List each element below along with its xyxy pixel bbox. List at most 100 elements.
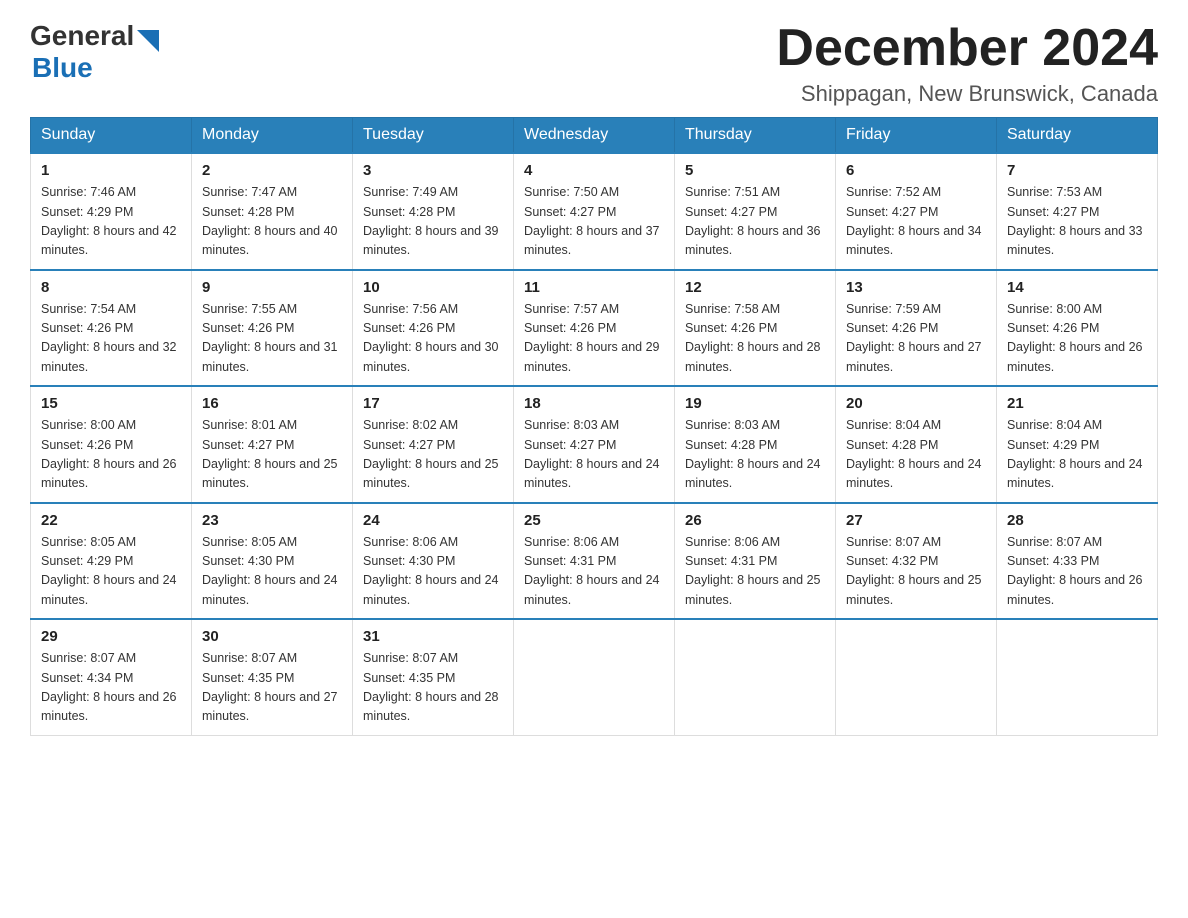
weekday-header-saturday: Saturday (997, 118, 1158, 154)
day-info: Sunrise: 8:05 AMSunset: 4:30 PMDaylight:… (202, 533, 342, 611)
day-info: Sunrise: 7:49 AMSunset: 4:28 PMDaylight:… (363, 183, 503, 261)
calendar-week-row: 8 Sunrise: 7:54 AMSunset: 4:26 PMDaylight… (31, 270, 1158, 387)
calendar-cell: 8 Sunrise: 7:54 AMSunset: 4:26 PMDaylight… (31, 270, 192, 387)
day-number: 21 (1007, 395, 1147, 412)
day-info: Sunrise: 7:59 AMSunset: 4:26 PMDaylight:… (846, 300, 986, 378)
day-info: Sunrise: 7:54 AMSunset: 4:26 PMDaylight:… (41, 300, 181, 378)
calendar-cell: 10 Sunrise: 7:56 AMSunset: 4:26 PMDayligh… (353, 270, 514, 387)
day-number: 3 (363, 162, 503, 179)
calendar-week-row: 15 Sunrise: 8:00 AMSunset: 4:26 PMDayligh… (31, 386, 1158, 503)
day-info: Sunrise: 8:04 AMSunset: 4:28 PMDaylight:… (846, 416, 986, 494)
calendar-cell (675, 619, 836, 735)
calendar-cell: 20 Sunrise: 8:04 AMSunset: 4:28 PMDayligh… (836, 386, 997, 503)
weekday-header-wednesday: Wednesday (514, 118, 675, 154)
day-info: Sunrise: 7:47 AMSunset: 4:28 PMDaylight:… (202, 183, 342, 261)
calendar-week-row: 29Sunrise: 8:07 AMSunset: 4:34 PMDayligh… (31, 619, 1158, 735)
day-number: 11 (524, 279, 664, 296)
calendar-cell (997, 619, 1158, 735)
day-info: Sunrise: 8:01 AMSunset: 4:27 PMDaylight:… (202, 416, 342, 494)
day-info: Sunrise: 8:00 AMSunset: 4:26 PMDaylight:… (41, 416, 181, 494)
title-section: December 2024 Shippagan, New Brunswick, … (776, 20, 1158, 107)
day-info: Sunrise: 7:53 AMSunset: 4:27 PMDaylight:… (1007, 183, 1147, 261)
day-number: 20 (846, 395, 986, 412)
calendar-cell: 31 Sunrise: 8:07 AMSunset: 4:35 PMDayligh… (353, 619, 514, 735)
day-info: Sunrise: 8:07 AMSunset: 4:35 PMDaylight:… (363, 649, 503, 727)
calendar-cell: 2 Sunrise: 7:47 AMSunset: 4:28 PMDaylight… (192, 153, 353, 270)
day-number: 5 (685, 162, 825, 179)
day-info: Sunrise: 7:46 AMSunset: 4:29 PMDaylight:… (41, 183, 181, 261)
day-info: Sunrise: 8:04 AMSunset: 4:29 PMDaylight:… (1007, 416, 1147, 494)
calendar-cell: 21 Sunrise: 8:04 AMSunset: 4:29 PMDayligh… (997, 386, 1158, 503)
day-number: 9 (202, 279, 342, 296)
calendar-cell: 9 Sunrise: 7:55 AMSunset: 4:26 PMDaylight… (192, 270, 353, 387)
calendar-cell: 28 Sunrise: 8:07 AMSunset: 4:33 PMDayligh… (997, 503, 1158, 620)
calendar-cell: 1 Sunrise: 7:46 AMSunset: 4:29 PMDaylight… (31, 153, 192, 270)
day-number: 23 (202, 512, 342, 529)
day-number: 16 (202, 395, 342, 412)
day-number: 7 (1007, 162, 1147, 179)
calendar-cell: 22 Sunrise: 8:05 AMSunset: 4:29 PMDayligh… (31, 503, 192, 620)
day-info: Sunrise: 8:07 AMSunset: 4:35 PMDaylight:… (202, 649, 342, 727)
calendar-cell: 17 Sunrise: 8:02 AMSunset: 4:27 PMDayligh… (353, 386, 514, 503)
calendar-week-row: 22 Sunrise: 8:05 AMSunset: 4:29 PMDayligh… (31, 503, 1158, 620)
weekday-header-monday: Monday (192, 118, 353, 154)
day-info: Sunrise: 7:52 AMSunset: 4:27 PMDaylight:… (846, 183, 986, 261)
day-info: Sunrise: 8:06 AMSunset: 4:31 PMDaylight:… (524, 533, 664, 611)
day-info: Sunrise: 8:07 AMSunset: 4:33 PMDaylight:… (1007, 533, 1147, 611)
logo-arrow-icon (137, 30, 159, 52)
day-number: 15 (41, 395, 181, 412)
calendar-cell: 25Sunrise: 8:06 AMSunset: 4:31 PMDayligh… (514, 503, 675, 620)
calendar-table: SundayMondayTuesdayWednesdayThursdayFrid… (30, 117, 1158, 736)
day-number: 6 (846, 162, 986, 179)
weekday-header-sunday: Sunday (31, 118, 192, 154)
day-number: 22 (41, 512, 181, 529)
day-number: 8 (41, 279, 181, 296)
calendar-cell (836, 619, 997, 735)
calendar-subtitle: Shippagan, New Brunswick, Canada (776, 81, 1158, 107)
calendar-cell: 15 Sunrise: 8:00 AMSunset: 4:26 PMDayligh… (31, 386, 192, 503)
day-info: Sunrise: 7:57 AMSunset: 4:26 PMDaylight:… (524, 300, 664, 378)
calendar-cell: 5 Sunrise: 7:51 AMSunset: 4:27 PMDaylight… (675, 153, 836, 270)
calendar-cell: 14 Sunrise: 8:00 AMSunset: 4:26 PMDayligh… (997, 270, 1158, 387)
calendar-cell: 23 Sunrise: 8:05 AMSunset: 4:30 PMDayligh… (192, 503, 353, 620)
logo-blue-text: Blue (32, 52, 93, 84)
day-info: Sunrise: 8:06 AMSunset: 4:30 PMDaylight:… (363, 533, 503, 611)
day-info: Sunrise: 8:00 AMSunset: 4:26 PMDaylight:… (1007, 300, 1147, 378)
calendar-cell: 19 Sunrise: 8:03 AMSunset: 4:28 PMDayligh… (675, 386, 836, 503)
day-number: 14 (1007, 279, 1147, 296)
calendar-title: December 2024 (776, 20, 1158, 77)
day-number: 10 (363, 279, 503, 296)
day-number: 12 (685, 279, 825, 296)
day-info: Sunrise: 8:05 AMSunset: 4:29 PMDaylight:… (41, 533, 181, 611)
day-info: Sunrise: 7:58 AMSunset: 4:26 PMDaylight:… (685, 300, 825, 378)
day-number: 28 (1007, 512, 1147, 529)
day-number: 1 (41, 162, 181, 179)
day-number: 30 (202, 628, 342, 645)
day-number: 24 (363, 512, 503, 529)
calendar-cell: 30 Sunrise: 8:07 AMSunset: 4:35 PMDayligh… (192, 619, 353, 735)
day-info: Sunrise: 8:07 AMSunset: 4:34 PMDaylight:… (41, 649, 181, 727)
calendar-cell: 4Sunrise: 7:50 AMSunset: 4:27 PMDaylight… (514, 153, 675, 270)
day-info: Sunrise: 7:50 AMSunset: 4:27 PMDaylight:… (524, 183, 664, 261)
day-number: 19 (685, 395, 825, 412)
day-number: 17 (363, 395, 503, 412)
calendar-cell: 26Sunrise: 8:06 AMSunset: 4:31 PMDayligh… (675, 503, 836, 620)
day-info: Sunrise: 8:03 AMSunset: 4:27 PMDaylight:… (524, 416, 664, 494)
day-info: Sunrise: 7:51 AMSunset: 4:27 PMDaylight:… (685, 183, 825, 261)
day-info: Sunrise: 8:03 AMSunset: 4:28 PMDaylight:… (685, 416, 825, 494)
day-number: 31 (363, 628, 503, 645)
day-number: 26 (685, 512, 825, 529)
calendar-cell: 16 Sunrise: 8:01 AMSunset: 4:27 PMDayligh… (192, 386, 353, 503)
calendar-cell: 6 Sunrise: 7:52 AMSunset: 4:27 PMDaylight… (836, 153, 997, 270)
weekday-header-thursday: Thursday (675, 118, 836, 154)
day-info: Sunrise: 7:56 AMSunset: 4:26 PMDaylight:… (363, 300, 503, 378)
day-number: 2 (202, 162, 342, 179)
logo: General Blue (30, 20, 159, 84)
day-info: Sunrise: 8:02 AMSunset: 4:27 PMDaylight:… (363, 416, 503, 494)
day-number: 27 (846, 512, 986, 529)
page-header: General Blue December 2024 Shippagan, Ne… (30, 20, 1158, 107)
calendar-cell: 11 Sunrise: 7:57 AMSunset: 4:26 PMDayligh… (514, 270, 675, 387)
day-number: 18 (524, 395, 664, 412)
day-info: Sunrise: 7:55 AMSunset: 4:26 PMDaylight:… (202, 300, 342, 378)
weekday-header-friday: Friday (836, 118, 997, 154)
